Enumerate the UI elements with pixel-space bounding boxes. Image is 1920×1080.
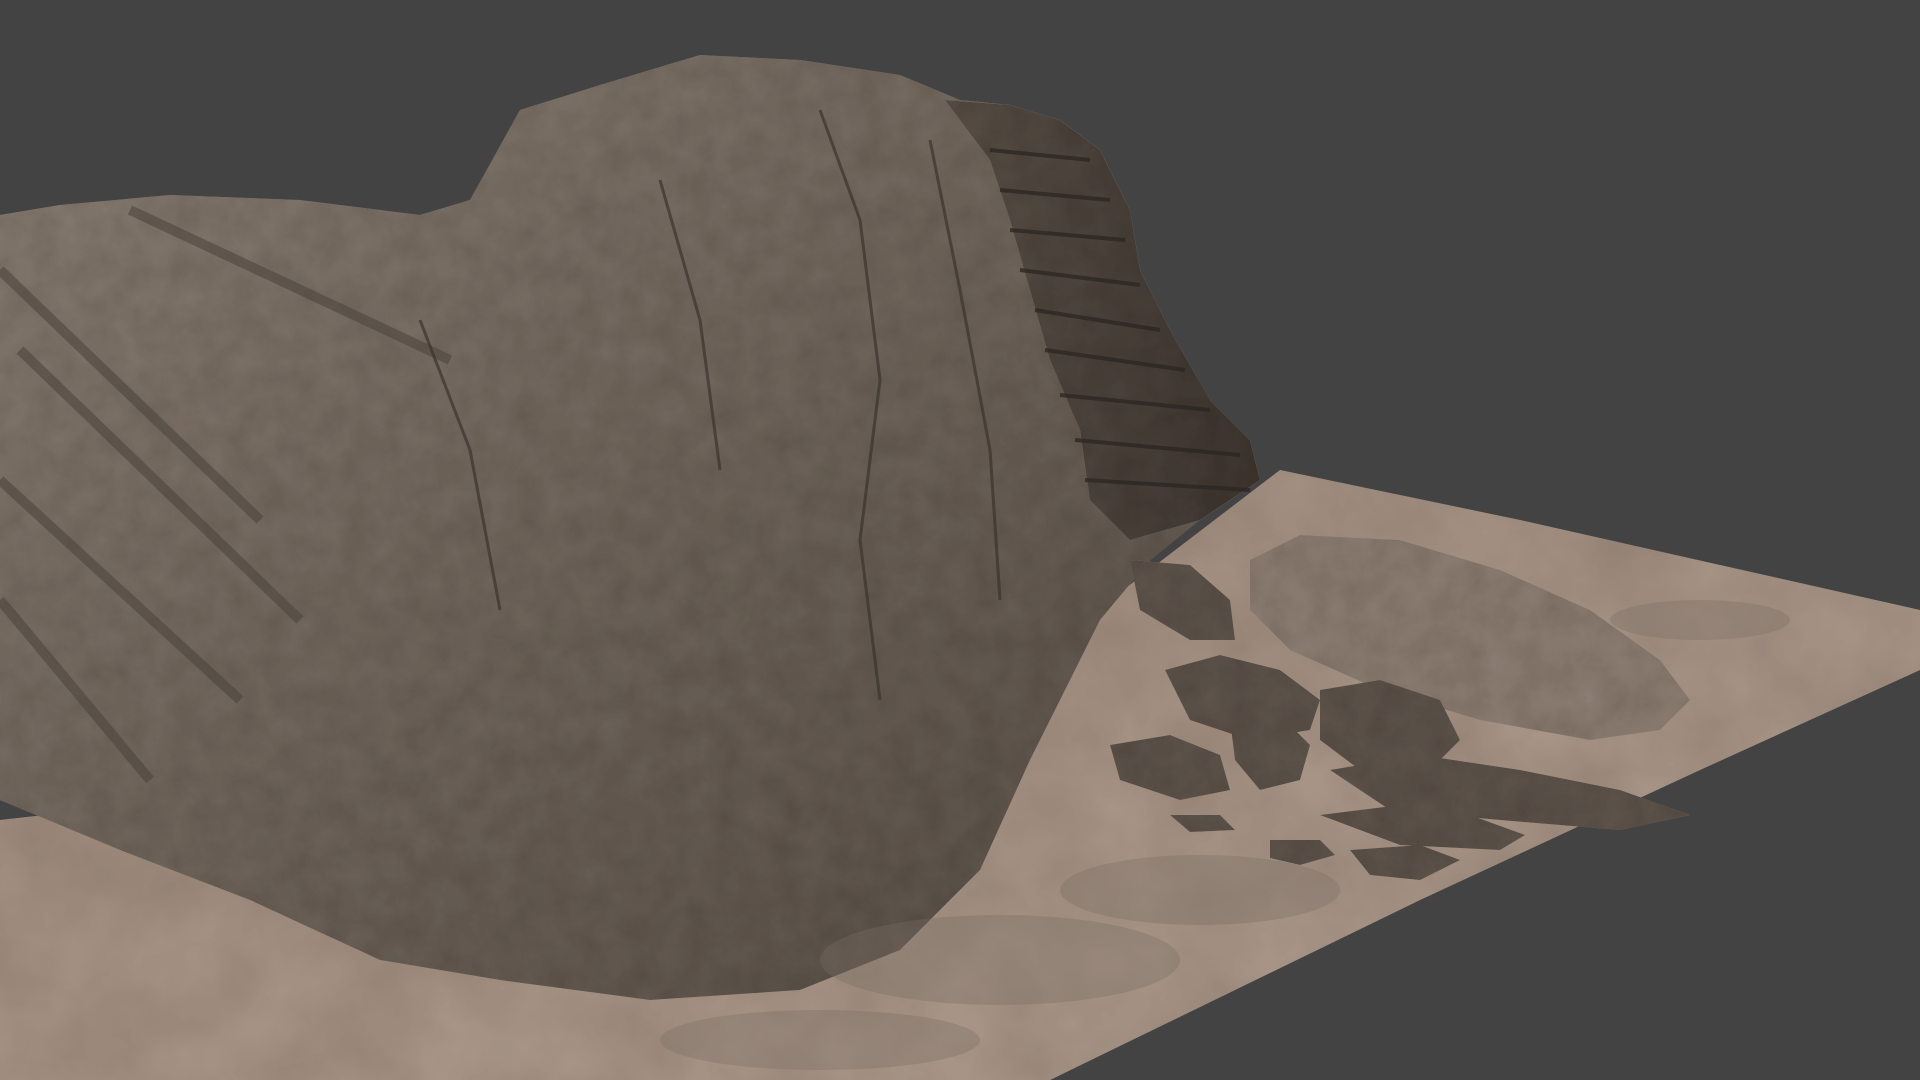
scene-render [0,55,1920,1080]
3d-viewport[interactable] [0,0,1920,1080]
